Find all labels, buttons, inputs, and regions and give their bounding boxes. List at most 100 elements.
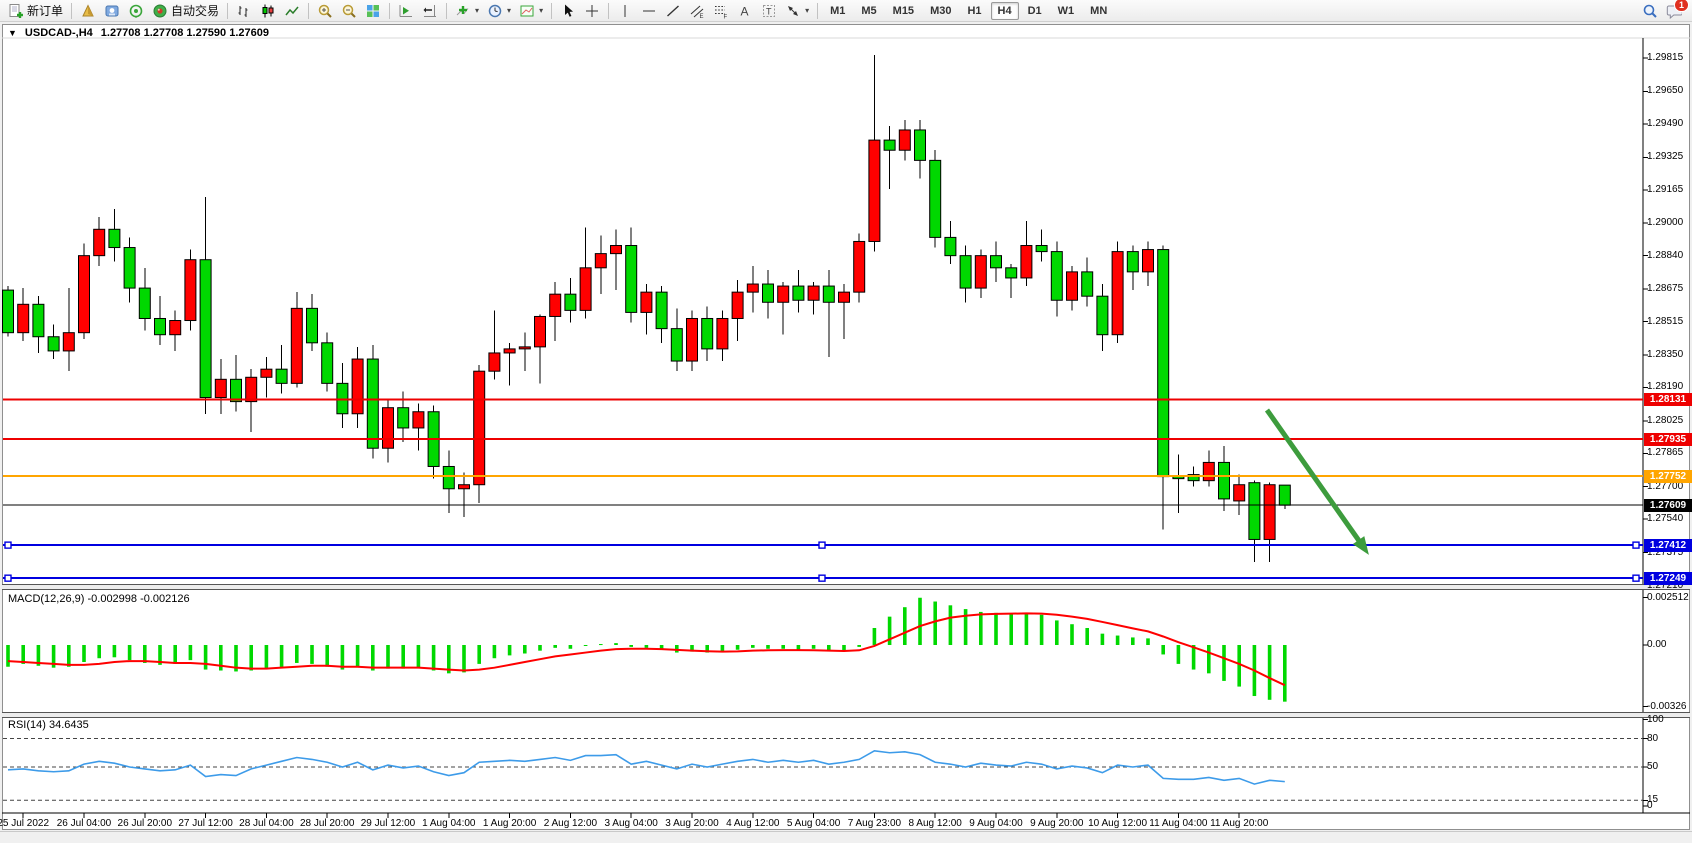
- status-strip: [0, 831, 1692, 843]
- price-tick-label: 1.28025: [1647, 415, 1683, 426]
- price-tick-label: 1.28840: [1647, 250, 1683, 261]
- indicators-icon: [455, 3, 471, 19]
- trendline-button[interactable]: [661, 0, 685, 22]
- cursor-button[interactable]: [556, 0, 580, 22]
- timeframe-button-m30[interactable]: M30: [923, 2, 958, 20]
- toolbar: 新订单 自动交易: [0, 0, 1692, 22]
- text-button[interactable]: A: [733, 0, 757, 22]
- macd-tick-label: 0.002512: [1647, 592, 1689, 603]
- signals-button[interactable]: [124, 0, 148, 22]
- chat-button[interactable]: 1: [1666, 3, 1682, 19]
- templates-caret: ▾: [539, 6, 543, 15]
- new-order-icon: [8, 3, 24, 19]
- line-chart-button[interactable]: [280, 0, 304, 22]
- price-tick-label: 1.28190: [1647, 381, 1683, 392]
- compass-icon: [80, 3, 96, 19]
- rsi-tick-label: 0: [1647, 800, 1653, 811]
- panel-splitter-macd[interactable]: [2, 584, 1690, 590]
- fibonacci-icon: F: [713, 3, 729, 19]
- horizontal-line-button[interactable]: [637, 0, 661, 22]
- candle-chart-icon: [260, 3, 276, 19]
- new-order-label: 新订单: [27, 2, 63, 19]
- macd-tick-label: 0.00: [1647, 639, 1666, 650]
- price-level-badge[interactable]: 1.27609: [1644, 499, 1692, 512]
- toolbar-separator: [551, 3, 552, 19]
- chart-window: [2, 24, 1690, 830]
- periods-button[interactable]: ▾: [483, 0, 515, 22]
- arrows-button[interactable]: ▾: [781, 0, 813, 22]
- timeframe-button-mn[interactable]: MN: [1083, 2, 1114, 20]
- indicators-button[interactable]: ▾: [451, 0, 483, 22]
- price-level-badge[interactable]: 1.28131: [1644, 393, 1692, 406]
- timeframe-button-m15[interactable]: M15: [886, 2, 921, 20]
- auto-trading-label: 自动交易: [171, 2, 219, 19]
- vertical-line-icon: [617, 3, 633, 19]
- toolbar-separator: [446, 3, 447, 19]
- line-chart-icon: [284, 3, 300, 19]
- toolbar-separator: [308, 3, 309, 19]
- rsi-tick-label: 80: [1647, 733, 1658, 744]
- timeframe-button-d1[interactable]: D1: [1021, 2, 1049, 20]
- zoom-out-button[interactable]: [337, 0, 361, 22]
- toolbar-separator: [389, 3, 390, 19]
- bar-chart-button[interactable]: [232, 0, 256, 22]
- price-axis[interactable]: 1.298151.296501.294901.293251.291651.290…: [1644, 0, 1692, 843]
- svg-text:T: T: [766, 6, 772, 16]
- price-level-badge[interactable]: 1.27935: [1644, 433, 1692, 446]
- compass-button[interactable]: [76, 0, 100, 22]
- zoom-in-button[interactable]: [313, 0, 337, 22]
- toolbar-separator: [71, 3, 72, 19]
- toolbar-separator: [227, 3, 228, 19]
- price-level-badge[interactable]: 1.27752: [1644, 470, 1692, 483]
- market-watch-icon: [104, 3, 120, 19]
- auto-scroll-button[interactable]: [394, 0, 418, 22]
- tile-windows-button[interactable]: [361, 0, 385, 22]
- price-tick-label: 1.27865: [1647, 447, 1683, 458]
- trading-app: 新订单 自动交易: [0, 0, 1692, 843]
- price-level-badge[interactable]: 1.27412: [1644, 539, 1692, 552]
- periods-caret: ▾: [507, 6, 511, 15]
- toolbar-separator: [817, 3, 818, 19]
- auto-scroll-icon: [398, 3, 414, 19]
- time-axis[interactable]: 25 Jul 202226 Jul 04:0026 Jul 20:0027 Ju…: [0, 815, 1643, 830]
- search-icon[interactable]: [1642, 3, 1658, 19]
- rsi-tick-label: 100: [1647, 714, 1664, 725]
- horizontal-line-icon: [641, 3, 657, 19]
- text-label-button[interactable]: T: [757, 0, 781, 22]
- text-label-icon: T: [761, 3, 777, 19]
- arrows-caret: ▾: [805, 6, 809, 15]
- crosshair-button[interactable]: [580, 0, 604, 22]
- timeframe-group: M1M5M15M30H1H4D1W1MN: [822, 2, 1115, 20]
- chart-shift-icon: [422, 3, 438, 19]
- market-watch-button[interactable]: [100, 0, 124, 22]
- auto-trading-button[interactable]: 自动交易: [148, 0, 223, 22]
- indicators-caret: ▾: [475, 6, 479, 15]
- toolbar-separator: [608, 3, 609, 19]
- svg-text:F: F: [724, 14, 728, 19]
- timeframe-button-m1[interactable]: M1: [823, 2, 852, 20]
- auto-trading-icon: [152, 3, 168, 19]
- rsi-tick-label: 50: [1647, 761, 1658, 772]
- vertical-line-button[interactable]: [613, 0, 637, 22]
- chart-shift-button[interactable]: [418, 0, 442, 22]
- timeframe-button-m5[interactable]: M5: [854, 2, 883, 20]
- rsi-label: RSI(14) 34.6435: [8, 719, 89, 731]
- timeframe-button-h4[interactable]: H4: [991, 2, 1019, 20]
- chart-ohlc: 1.27708 1.27708 1.27590 1.27609: [101, 27, 269, 39]
- panel-splitter-rsi[interactable]: [2, 712, 1690, 718]
- fibonacci-button[interactable]: F: [709, 0, 733, 22]
- collapse-triangle-icon[interactable]: ▼: [8, 28, 17, 38]
- templates-button[interactable]: ▾: [515, 0, 547, 22]
- trendline-icon: [665, 3, 681, 19]
- new-order-button[interactable]: 新订单: [4, 0, 67, 22]
- price-tick-label: 1.28675: [1647, 283, 1683, 294]
- timeframe-button-w1[interactable]: W1: [1051, 2, 1082, 20]
- candle-chart-button[interactable]: [256, 0, 280, 22]
- macd-label: MACD(12,26,9) -0.002998 -0.002126: [8, 593, 190, 605]
- channel-button[interactable]: E: [685, 0, 709, 22]
- price-tick-label: 1.27540: [1647, 513, 1683, 524]
- price-level-badge[interactable]: 1.27249: [1644, 572, 1692, 585]
- templates-icon: [519, 3, 535, 19]
- timeframe-button-h1[interactable]: H1: [960, 2, 988, 20]
- chart-symbol: USDCAD-,H4: [25, 27, 93, 39]
